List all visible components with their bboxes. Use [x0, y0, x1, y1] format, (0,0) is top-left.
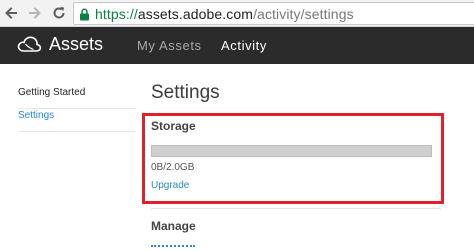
app-name[interactable]: Assets [49, 34, 103, 55]
url-text: https://assets.adobe.com/activity/settin… [95, 6, 354, 22]
sidebar-item-settings[interactable]: Settings [18, 108, 136, 132]
nav-my-assets[interactable]: My Assets [137, 38, 202, 53]
reload-icon[interactable] [50, 4, 68, 22]
manage-heading: Manage [151, 219, 196, 233]
nav-activity[interactable]: Activity [221, 38, 267, 53]
section-divider [151, 208, 441, 209]
url-path: /activity/settings [253, 6, 354, 22]
browser-toolbar: https://assets.adobe.com/activity/settin… [0, 0, 474, 27]
highlight-annotation [142, 113, 444, 204]
manage-link-partial[interactable] [151, 245, 195, 248]
url-protocol: https:// [95, 6, 138, 22]
back-icon[interactable] [2, 4, 20, 22]
address-bar[interactable]: https://assets.adobe.com/activity/settin… [73, 2, 474, 25]
creative-cloud-logo-icon[interactable] [15, 34, 43, 59]
forward-icon[interactable] [26, 4, 44, 22]
url-host: assets.adobe.com [137, 6, 254, 22]
lock-icon [79, 8, 90, 26]
sidebar-item-getting-started[interactable]: Getting Started [18, 85, 136, 109]
page-title: Settings [151, 82, 220, 103]
app-header: Assets My Assets Activity [0, 27, 474, 64]
